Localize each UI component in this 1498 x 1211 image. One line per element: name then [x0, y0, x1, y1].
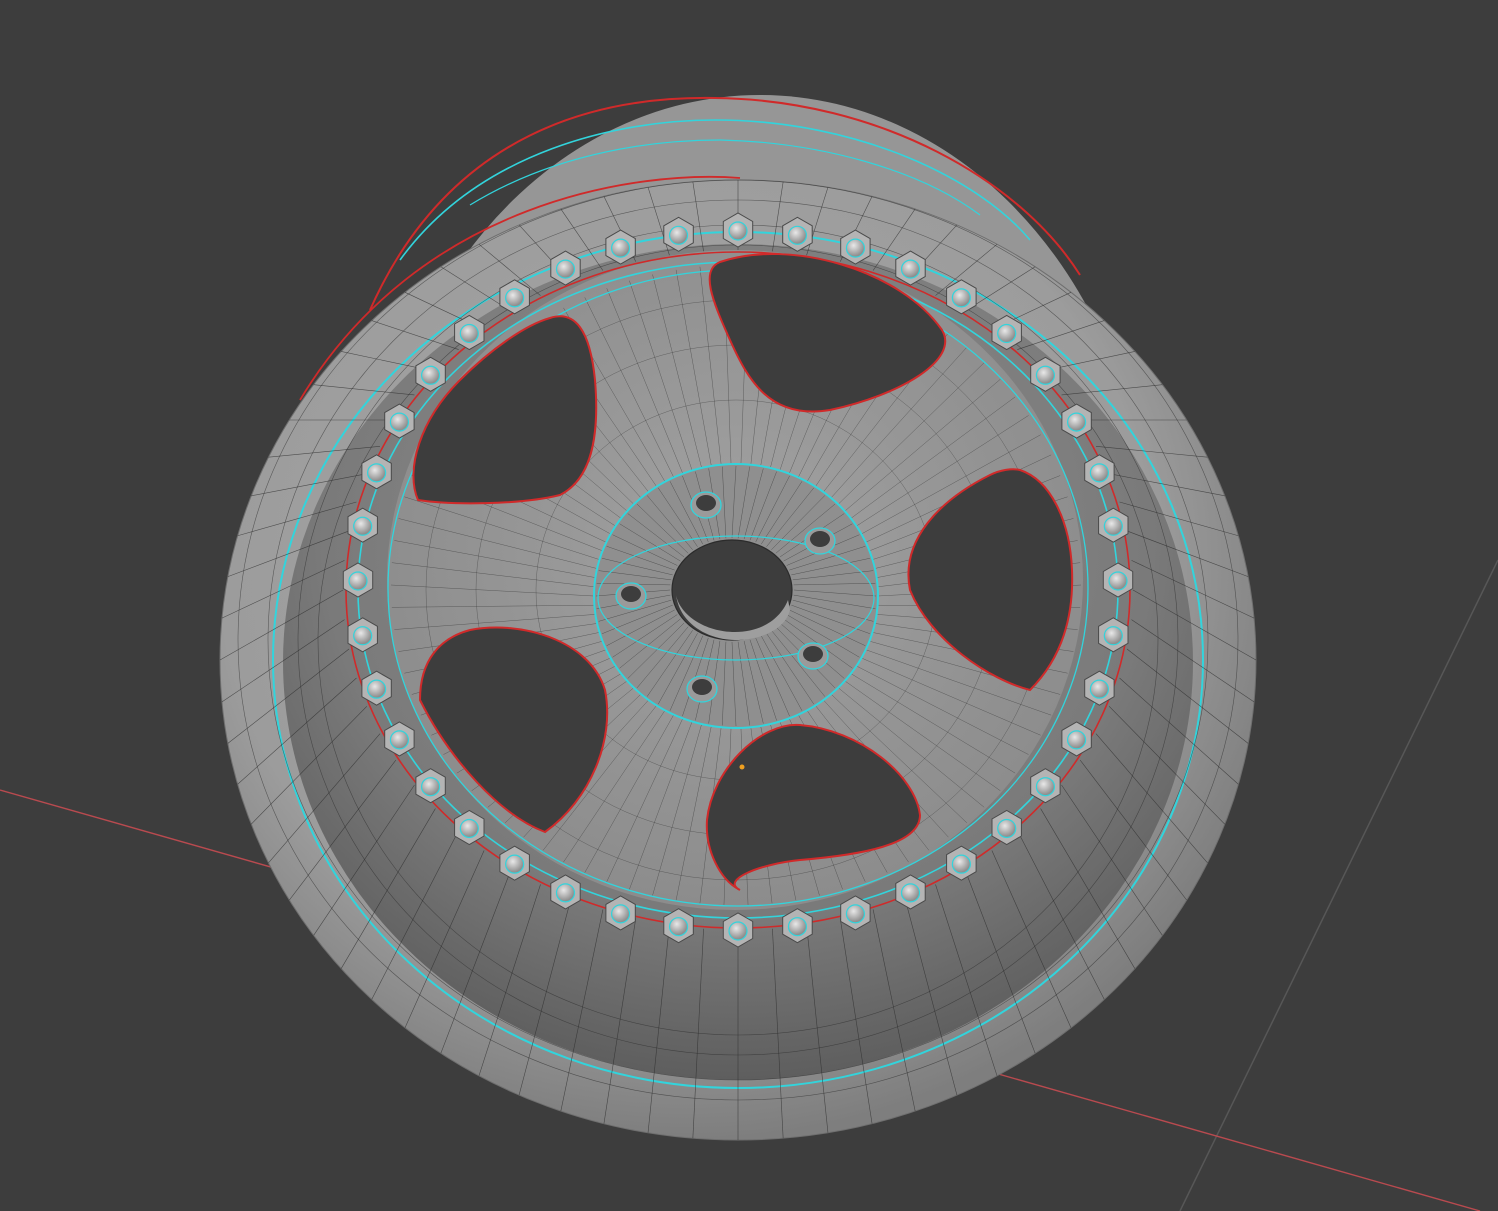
bolt-head — [505, 288, 525, 308]
bolt-head — [389, 412, 410, 432]
bolt-head — [1035, 365, 1056, 385]
bolt-head — [1089, 463, 1110, 483]
bolt-head — [353, 516, 373, 536]
bolt-head — [951, 854, 971, 874]
bolt-head — [420, 777, 441, 797]
bolt-head — [348, 571, 368, 591]
bolt-head — [555, 259, 576, 279]
bolt-head — [505, 854, 525, 874]
bolt-head — [420, 365, 441, 385]
bolt-head — [728, 921, 748, 941]
lug-hole — [621, 586, 641, 602]
bolt-head — [900, 883, 921, 903]
bolt-head — [728, 221, 748, 241]
bolt-head — [845, 904, 866, 924]
bolt-head — [389, 730, 410, 750]
lug-hole — [810, 531, 830, 547]
bolt-head — [787, 917, 808, 937]
bolt-head — [555, 883, 576, 903]
bolt-head — [951, 288, 971, 308]
bolt-head — [1066, 412, 1087, 432]
bolt-head — [610, 904, 631, 924]
active-vertex-marker — [739, 764, 745, 770]
bolt-head — [366, 463, 387, 483]
lug-hole — [803, 646, 823, 662]
bolt-head — [459, 323, 479, 344]
bolt-head — [900, 259, 921, 279]
bolt-head — [997, 818, 1017, 839]
wheel-hub — [593, 463, 879, 729]
bolt-head — [845, 238, 866, 258]
bolt-head — [1066, 730, 1087, 750]
bolt-head — [610, 238, 631, 258]
bolt-head — [366, 679, 387, 699]
bolt-head — [1035, 777, 1056, 797]
3d-viewport[interactable] — [0, 0, 1498, 1211]
bolt-head — [997, 323, 1017, 344]
bolt-head — [1089, 679, 1110, 699]
bolt-head — [668, 225, 689, 245]
wheel-rim-model[interactable] — [219, 95, 1257, 1141]
bolt-head — [787, 225, 808, 245]
bolt-head — [668, 917, 689, 937]
bolt-head — [459, 818, 479, 839]
lug-hole — [692, 679, 712, 695]
bolt-head — [1103, 626, 1123, 646]
bolt-head — [1103, 516, 1123, 536]
bolt-head — [353, 626, 373, 646]
bolt-head — [1108, 571, 1128, 591]
lug-hole — [696, 495, 716, 511]
